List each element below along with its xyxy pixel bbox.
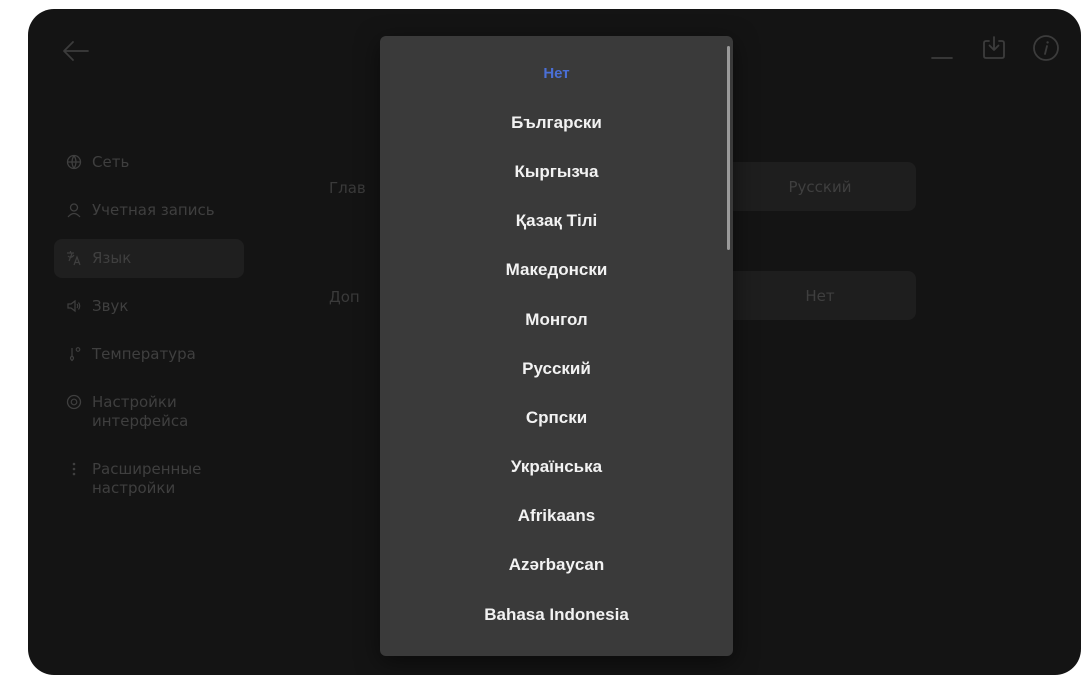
secondary-language-select[interactable]: Нет	[724, 271, 916, 320]
sidebar-item-language[interactable]: Язык	[54, 239, 244, 278]
back-button[interactable]	[60, 39, 90, 63]
sidebar-item-label: Настройки интерфейса	[92, 393, 189, 430]
primary-language-select[interactable]: Русский	[724, 162, 916, 211]
sidebar-item-advanced-settings[interactable]: Расширенные настройки	[54, 450, 244, 508]
language-option-russian[interactable]: Русский	[380, 344, 733, 393]
download-button[interactable]	[979, 35, 1009, 65]
more-vertical-icon	[66, 461, 82, 477]
settings-screen: Сеть Учетная запись Язык Звук Температур…	[28, 9, 1081, 675]
arrow-left-icon	[60, 39, 90, 63]
minimize-icon	[930, 36, 954, 64]
sidebar-item-label: Температура	[92, 345, 196, 363]
language-option-serbian[interactable]: Српски	[380, 393, 733, 442]
language-option-bahasa-indonesia[interactable]: Bahasa Indonesia	[380, 590, 733, 639]
primary-language-label: Глав	[329, 179, 366, 197]
speaker-icon	[66, 298, 82, 314]
language-dropdown[interactable]: Нет Български Кыргызча Қазақ Тілі Македо…	[380, 36, 733, 656]
thermometer-icon	[66, 346, 82, 362]
secondary-language-label: Доп	[329, 288, 360, 306]
top-right-toolbar	[927, 35, 1061, 65]
globe-icon	[66, 154, 82, 170]
sidebar-item-network[interactable]: Сеть	[54, 143, 244, 182]
dropdown-scrollbar-thumb[interactable]	[727, 46, 730, 250]
translate-icon	[66, 250, 82, 266]
sidebar-item-interface-settings[interactable]: Настройки интерфейса	[54, 383, 244, 441]
language-option-azerbaijani[interactable]: Azərbaycan	[380, 541, 733, 590]
info-button[interactable]	[1031, 35, 1061, 65]
sidebar-item-label: Учетная запись	[92, 201, 215, 219]
settings-icon	[66, 394, 82, 410]
language-option-kazakh[interactable]: Қазақ Тілі	[380, 197, 733, 246]
sidebar-item-sound[interactable]: Звук	[54, 287, 244, 326]
info-icon	[1032, 34, 1060, 66]
language-option-macedonian[interactable]: Македонски	[380, 246, 733, 295]
user-icon	[66, 202, 82, 218]
language-option-list: Нет Български Кыргызча Қазақ Тілі Македо…	[380, 36, 733, 639]
language-option-none[interactable]: Нет	[380, 49, 733, 98]
language-option-bulgarian[interactable]: Български	[380, 98, 733, 147]
language-option-ukrainian[interactable]: Українська	[380, 443, 733, 492]
sidebar-nav: Сеть Учетная запись Язык Звук Температур…	[54, 143, 244, 517]
sidebar-item-label: Расширенные настройки	[92, 460, 202, 497]
sidebar-item-temperature[interactable]: Температура	[54, 335, 244, 374]
language-option-mongolian[interactable]: Монгол	[380, 295, 733, 344]
language-option-kyrgyz[interactable]: Кыргызча	[380, 147, 733, 196]
language-option-afrikaans[interactable]: Afrikaans	[380, 492, 733, 541]
sidebar-item-label: Звук	[92, 297, 129, 315]
sidebar-item-label: Язык	[92, 249, 132, 267]
sidebar-item-label: Сеть	[92, 153, 130, 171]
download-icon	[981, 35, 1007, 65]
dropdown-scrollbar[interactable]	[727, 46, 730, 646]
sidebar-item-account[interactable]: Учетная запись	[54, 191, 244, 230]
minimize-button[interactable]	[927, 35, 957, 65]
